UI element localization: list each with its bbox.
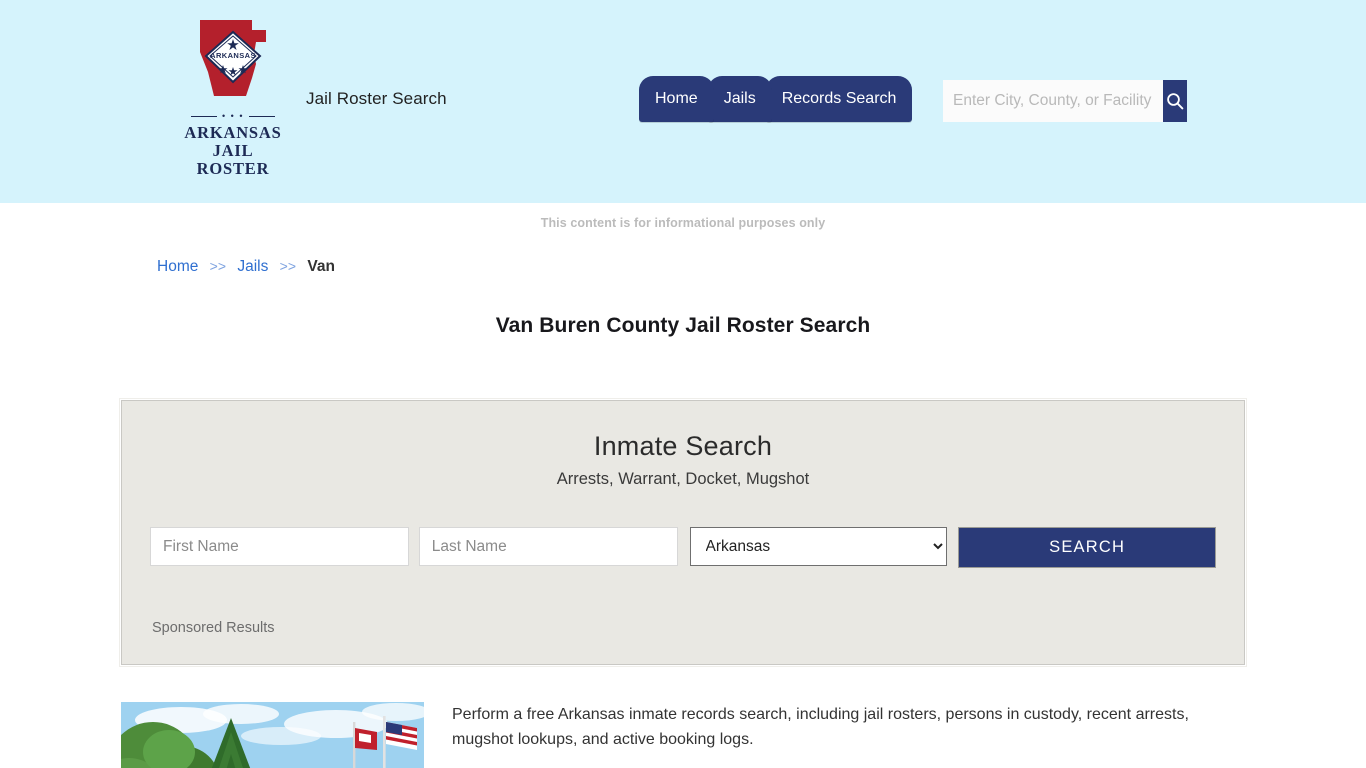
main-navigation: Home Jails Records Search xyxy=(639,76,913,122)
sponsored-results-label: Sponsored Results xyxy=(152,620,275,636)
bottom-content: Perform a free Arkansas inmate records s… xyxy=(121,702,1245,768)
logo-name-line2: JAIL ROSTER xyxy=(196,141,270,178)
search-submit-button[interactable]: SEARCH xyxy=(958,527,1216,568)
svg-text:ARKANSAS: ARKANSAS xyxy=(210,51,256,60)
nav-tab-jails[interactable]: Jails xyxy=(707,76,772,122)
page-body: This content is for informational purpos… xyxy=(0,203,1366,768)
site-logo[interactable]: ARKANSAS • • • ARKANSAS JAIL ROSTER xyxy=(179,12,287,178)
courthouse-photo xyxy=(121,702,424,768)
breadcrumb-item-jails[interactable]: Jails xyxy=(237,258,268,275)
intro-paragraph: Perform a free Arkansas inmate records s… xyxy=(452,706,1189,748)
breadcrumb-separator: >> xyxy=(279,258,297,274)
logo-divider-dots: • • • xyxy=(222,111,244,121)
arkansas-state-logo-icon: ARKANSAS xyxy=(190,12,276,108)
breadcrumb-item-current: Van xyxy=(307,258,335,275)
header-search-input[interactable] xyxy=(943,80,1163,122)
informational-notice: This content is for informational purpos… xyxy=(540,216,826,230)
page-title: Van Buren County Jail Roster Search xyxy=(495,314,871,337)
panel-subtitle: Arrests, Warrant, Docket, Mugshot xyxy=(556,470,810,488)
inmate-search-form: Arkansas SEARCH xyxy=(150,527,1216,568)
inmate-search-panel: Inmate Search Arrests, Warrant, Docket, … xyxy=(119,398,1247,667)
panel-title: Inmate Search xyxy=(593,431,773,461)
nav-tab-records-search[interactable]: Records Search xyxy=(765,76,913,122)
search-icon xyxy=(1167,93,1184,110)
header-search-button[interactable] xyxy=(1163,80,1187,122)
site-header: ARKANSAS • • • ARKANSAS JAIL ROSTER Jail… xyxy=(0,0,1366,203)
breadcrumb-separator: >> xyxy=(209,258,227,274)
last-name-input[interactable] xyxy=(418,527,678,566)
header-search xyxy=(943,80,1187,122)
logo-name-line1: ARKANSAS xyxy=(184,123,282,142)
breadcrumb-item-home[interactable]: Home xyxy=(157,258,198,275)
site-tagline: Jail Roster Search xyxy=(306,89,447,108)
header-inner: ARKANSAS • • • ARKANSAS JAIL ROSTER Jail… xyxy=(131,0,1235,203)
state-select[interactable]: Arkansas xyxy=(689,527,948,566)
content-container: This content is for informational purpos… xyxy=(119,203,1247,768)
breadcrumb: Home >> Jails >> Van xyxy=(121,230,1245,276)
nav-tab-home[interactable]: Home xyxy=(639,76,714,122)
logo-divider: • • • xyxy=(191,112,275,121)
first-name-input[interactable] xyxy=(150,527,409,566)
